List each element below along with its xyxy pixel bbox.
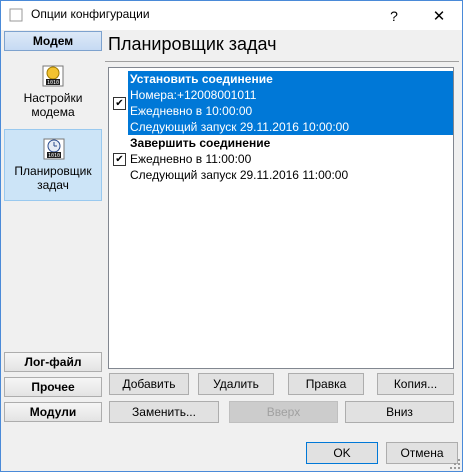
cancel-button[interactable]: Отмена: [386, 442, 458, 464]
task-next-run: Следующий запуск 29.11.2016 10:00:00: [130, 120, 350, 134]
task-item[interactable]: ✔ Завершить соединение Ежедневно в 11:00…: [109, 135, 453, 183]
replace-button[interactable]: Заменить...: [109, 401, 219, 423]
app-icon: [9, 8, 23, 22]
task-list[interactable]: ✔ Установить соединение Номера:+12008001…: [108, 67, 454, 369]
other-group-button[interactable]: Прочее: [4, 377, 102, 397]
resize-grip-icon[interactable]: [450, 459, 460, 469]
task-details[interactable]: Завершить соединение Ежедневно в 11:00:0…: [128, 135, 453, 183]
modem-settings-label: Настройки модема: [4, 91, 102, 119]
svg-text:1010: 1010: [47, 80, 59, 86]
modem-settings-icon: 1010: [42, 65, 64, 87]
edit-button[interactable]: Правка: [288, 373, 364, 395]
modem-settings-label-line1: Настройки: [23, 91, 83, 105]
modules-group-button[interactable]: Модули: [4, 402, 102, 422]
task-scheduler-label-line2: задач: [37, 178, 69, 192]
add-button[interactable]: Добавить: [109, 373, 189, 395]
config-options-window: Опции конфигурации ? ✕ Модем 1010 Настро…: [0, 0, 463, 472]
task-scheduler-label: Планировщик задач: [5, 164, 101, 192]
task-schedule: Ежедневно в 10:00:00: [130, 104, 253, 118]
task-scheduler-icon: 1010: [43, 138, 65, 160]
task-name: Завершить соединение: [130, 136, 271, 150]
page-title: Планировщик задач: [108, 34, 277, 54]
move-down-button[interactable]: Вниз: [345, 401, 454, 423]
main-panel: Планировщик задач ✔ Установить соединени…: [105, 31, 459, 427]
task-item[interactable]: ✔ Установить соединение Номера:+12008001…: [109, 71, 453, 135]
log-file-group-button[interactable]: Лог-файл: [4, 352, 102, 372]
modem-settings-label-line2: модема: [31, 105, 75, 119]
title-divider: [105, 61, 459, 62]
category-sidebar: Модем 1010 Настройки модема 1010 Планиро…: [4, 31, 103, 425]
copy-button[interactable]: Копия...: [377, 373, 454, 395]
modem-group-button[interactable]: Модем: [4, 31, 102, 51]
task-details-selected[interactable]: Установить соединение Номера:+1200800101…: [128, 71, 453, 135]
task-name: Установить соединение: [130, 72, 273, 86]
ok-button[interactable]: OK: [306, 442, 378, 464]
help-button[interactable]: ?: [371, 1, 417, 30]
task-checkbox-icon[interactable]: ✔: [113, 153, 126, 166]
sidebar-item-task-scheduler[interactable]: 1010 Планировщик задач: [4, 129, 102, 201]
delete-button[interactable]: Удалить: [198, 373, 274, 395]
task-numbers: Номера:+12008001011: [130, 88, 257, 102]
task-next-run: Следующий запуск 29.11.2016 11:00:00: [130, 168, 349, 182]
move-up-button[interactable]: Вверх: [229, 401, 338, 423]
dialog-footer: OK Отмена: [1, 429, 462, 471]
svg-text:1010: 1010: [48, 153, 60, 159]
title-bar: Опции конфигурации ? ✕: [1, 1, 462, 30]
close-button[interactable]: ✕: [416, 1, 462, 30]
task-checkbox-icon[interactable]: ✔: [113, 97, 126, 110]
window-title: Опции конфигурации: [31, 7, 150, 21]
task-schedule: Ежедневно в 11:00:00: [130, 152, 252, 166]
sidebar-item-modem-settings[interactable]: 1010 Настройки модема: [4, 57, 102, 129]
task-scheduler-label-line1: Планировщик: [14, 164, 92, 178]
